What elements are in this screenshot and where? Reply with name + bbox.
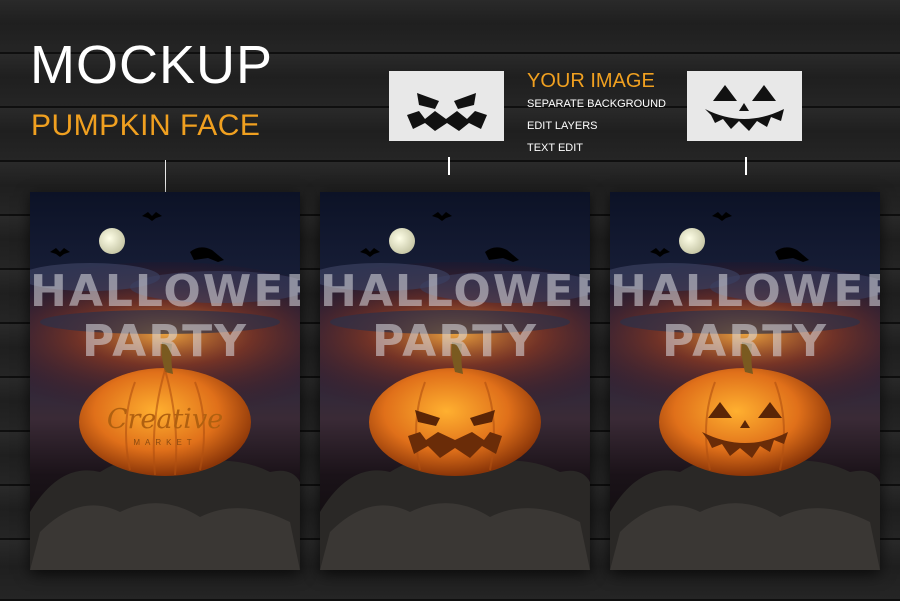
poster-smiling-face: HALLOWEEN PARTY — [610, 192, 880, 570]
poster-title-line2: PARTY — [81, 316, 249, 367]
pointer-tick — [448, 157, 450, 175]
angry-pumpkin-face-icon — [407, 93, 487, 131]
info-item: EDIT LAYERS — [527, 120, 598, 132]
poster-title-line2: PARTY — [661, 316, 829, 367]
poster-title-line2: PARTY — [371, 316, 539, 367]
info-item: SEPARATE BACKGROUND — [527, 98, 666, 110]
poster-artwork — [610, 192, 880, 570]
pointer-tick — [745, 157, 747, 175]
brand-logo-subtext: MARKET — [133, 438, 197, 447]
smiling-pumpkin-face-icon — [705, 85, 784, 131]
page-title: MOCKUP — [30, 35, 274, 95]
poster-title-line1: HALLOWEEN — [610, 266, 880, 317]
poster-title-line1: HALLOWEEN — [30, 266, 300, 317]
angry-face-card — [389, 71, 504, 141]
smiling-face-card — [687, 71, 802, 141]
info-title: YOUR IMAGE — [527, 70, 655, 92]
poster-angry-face: HALLOWEEN PARTY — [320, 192, 590, 570]
poster-artwork — [320, 192, 590, 570]
info-item: TEXT EDIT — [527, 142, 584, 154]
poster-artwork — [30, 192, 300, 570]
poster-logo: HALLOWEEN PARTY Creative MARKET — [30, 192, 300, 570]
poster-title-line1: HALLOWEEN — [320, 266, 590, 317]
page-subtitle: PUMPKIN FACE — [31, 109, 261, 142]
brand-logo-text: Creative — [106, 404, 224, 435]
